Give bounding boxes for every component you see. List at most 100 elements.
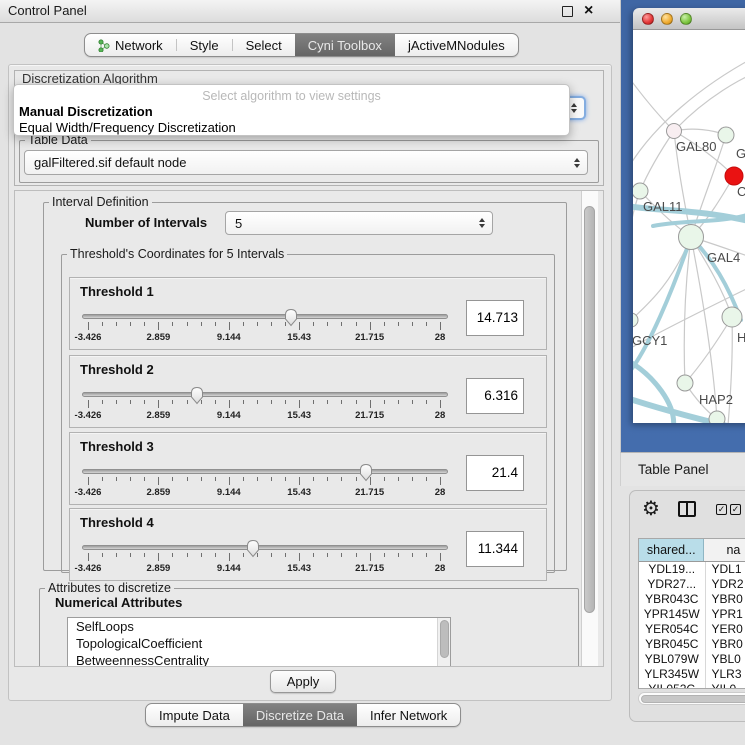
slider-track[interactable] [82,545,448,550]
table-row[interactable]: YDL19...YDL1 [639,562,745,577]
apply-button[interactable]: Apply [270,670,336,693]
network-node-selected[interactable] [725,167,743,185]
threshold-slider[interactable]: -3.4262.8599.14415.4321.71528 [82,386,450,426]
network-node[interactable] [633,313,638,327]
table-data-value: galFiltered.sif default node [34,151,186,174]
minor-tick [215,553,216,557]
slider-track[interactable] [82,314,448,319]
slider-thumb[interactable] [283,308,299,332]
slider-track[interactable] [82,469,448,474]
table-row[interactable]: YBL079WYBL0 [639,652,745,667]
table-row[interactable]: YER054CYER0 [639,622,745,637]
attribute-list-item[interactable]: BetweennessCentrality [68,652,450,667]
table-panel-header: Table Panel [620,452,745,486]
minor-tick [313,400,314,404]
node-label: GAL11 [643,199,683,214]
threshold-slider[interactable]: -3.4262.8599.14415.4321.71528 [82,539,450,579]
table-row[interactable]: YBR043CYBR0 [639,592,745,607]
table-row[interactable]: YDR27...YDR2 [639,577,745,592]
network-view-window[interactable]: GAL80GAGAL11CGAL4GCY1HHAP2 [633,8,745,423]
columns-icon[interactable] [678,501,696,517]
number-of-intervals-combobox[interactable]: 5 [225,211,493,235]
threshold-panel-1: Threshold 1-3.4262.8599.14415.4321.71528… [69,277,547,350]
minor-tick [172,553,173,557]
table-horizontal-scrollbar[interactable] [638,692,745,705]
minimize-traffic-light-icon[interactable] [661,13,673,25]
threshold-slider[interactable]: -3.4262.8599.14415.4321.71528 [82,463,450,503]
network-node[interactable] [677,375,693,391]
threshold-value-field[interactable]: 6.316 [466,378,524,414]
list-scrollbar[interactable] [437,618,450,667]
tab-network[interactable]: Network [85,34,176,56]
minor-tick [187,477,188,481]
slider-thumb[interactable] [358,463,374,487]
threshold-slider[interactable]: -3.4262.8599.14415.4321.71528 [82,308,450,348]
settings-scrollbar[interactable] [581,191,598,667]
network-node[interactable] [709,411,725,423]
minor-tick [398,322,399,326]
minor-tick [356,400,357,404]
settings-scrollbar-thumb[interactable] [584,206,595,613]
network-window-titlebar[interactable] [633,8,745,30]
network-node[interactable] [679,225,704,250]
slider-track[interactable] [82,392,448,397]
network-node[interactable] [722,307,742,327]
major-tick [229,322,230,330]
attribute-list-item[interactable]: SelfLoops [68,618,450,635]
tab-cyni-toolbox[interactable]: Cyni Toolbox [295,34,395,56]
network-graph: GAL80GAGAL11CGAL4GCY1HHAP2 [633,30,745,423]
table-cell: YLR345W [639,667,706,682]
minor-tick [384,322,385,326]
minor-tick [116,553,117,557]
minor-tick [426,553,427,557]
table-row[interactable]: YIL052CYIL0 [639,682,745,689]
minor-tick [201,322,202,326]
minor-tick [187,322,188,326]
number-of-intervals-value: 5 [235,212,242,235]
close-traffic-light-icon[interactable] [642,13,654,25]
popup-option-manual-discretization[interactable]: Manual Discretization [19,104,153,119]
table-data-combobox[interactable]: galFiltered.sif default node [24,150,588,175]
popup-hint: Select algorithm to view settings [14,89,569,103]
minor-tick [102,553,103,557]
tick-label: 2.859 [147,410,171,421]
float-window-icon[interactable] [562,6,573,17]
tab-select[interactable]: Select [233,34,295,56]
slider-thumb[interactable] [245,539,261,563]
tab-jactivemnodules[interactable]: jActiveMNodules [395,34,518,56]
major-tick [88,477,89,485]
threshold-value-field[interactable]: 11.344 [466,531,524,567]
tab-discretize-data[interactable]: Discretize Data [243,704,357,726]
table-row[interactable]: YLR345WYLR3 [639,667,745,682]
attribute-list-item[interactable]: TopologicalCoefficient [68,635,450,652]
zoom-traffic-light-icon[interactable] [680,13,692,25]
table-scrollbar-thumb[interactable] [641,695,745,703]
network-node[interactable] [667,124,682,139]
tick-label: 2.859 [147,332,171,343]
minor-tick [215,322,216,326]
close-icon[interactable]: × [584,0,593,22]
control-panel-titlebar: Control Panel × [0,0,620,23]
minor-tick [271,477,272,481]
checkbox-icon[interactable]: ✓ [730,504,741,515]
numerical-attributes-list[interactable]: SelfLoopsTopologicalCoefficientBetweenne… [67,617,451,667]
table-row[interactable]: YPR145WYPR1 [639,607,745,622]
list-scrollbar-thumb[interactable] [440,620,449,658]
threshold-value-field[interactable]: 14.713 [466,300,524,336]
tab-impute-data[interactable]: Impute Data [146,704,243,726]
threshold-value-field[interactable]: 21.4 [466,455,524,491]
minor-tick [243,477,244,481]
slider-thumb[interactable] [189,386,205,410]
minor-tick [102,400,103,404]
checkbox-icon[interactable]: ✓ [716,504,727,515]
popup-option-equal-width-frequency[interactable]: Equal Width/Frequency Discretization [19,120,236,135]
network-canvas[interactable]: GAL80GAGAL11CGAL4GCY1HHAP2 [633,30,745,423]
tab-infer-network[interactable]: Infer Network [357,704,460,726]
network-node[interactable] [633,183,648,199]
column-header-2[interactable]: na [704,539,745,561]
gear-icon[interactable]: ⚙ [642,496,660,522]
column-header-1[interactable]: shared... [639,539,704,561]
table-row[interactable]: YBR045CYBR0 [639,637,745,652]
tab-style[interactable]: Style [177,34,232,56]
network-node[interactable] [718,127,734,143]
